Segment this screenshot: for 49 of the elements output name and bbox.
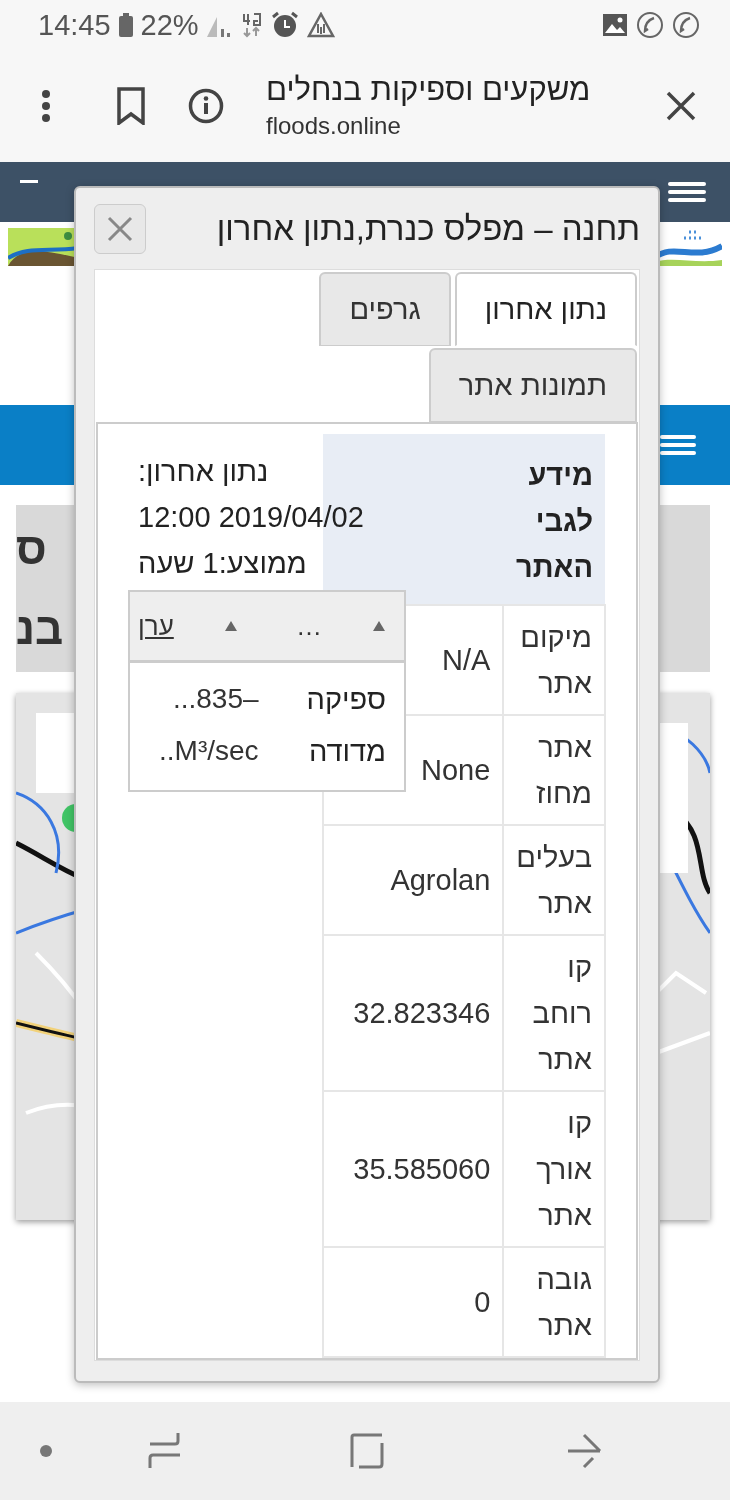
tab[interactable]: נתון אחרון (454, 272, 637, 346)
phone-icon (672, 11, 700, 39)
table-cell: 35.585060 (323, 1091, 504, 1247)
battery-icon (118, 13, 133, 37)
back-icon[interactable] (568, 1433, 602, 1469)
alarm-icon (270, 11, 299, 39)
phone-icon (636, 11, 664, 39)
bookmark-icon[interactable] (116, 87, 146, 125)
close-button[interactable] (94, 203, 146, 254)
status-time: 14:45 (38, 8, 111, 42)
table-cell: קו רוחב אתר (503, 935, 605, 1091)
grid-cell-text: ...835– (172, 682, 259, 716)
sync-icon (306, 12, 335, 38)
home-icon[interactable] (350, 1433, 384, 1469)
page-url: floods.online (266, 112, 401, 140)
sort-icon[interactable] (223, 620, 238, 632)
minus-icon[interactable] (20, 180, 38, 184)
table-cell: 32.823346 (323, 935, 504, 1091)
info-text: ממוצע:1 שעה (138, 546, 307, 581)
dot-icon[interactable] (40, 1445, 52, 1457)
table-cell: בעלים אתר (503, 825, 605, 935)
battery-percent: 22% (140, 8, 199, 42)
info-text: נתון אחרון: (138, 454, 269, 489)
recents-icon[interactable] (148, 1432, 182, 1470)
close-icon (107, 215, 133, 242)
table-cell: אתר מחוז (503, 715, 605, 825)
table-cell: גובה אתר (503, 1247, 605, 1357)
table-cell: קו אורך אתר (503, 1091, 605, 1247)
table-cell: מיקום אתר (503, 605, 605, 715)
tab[interactable]: גרפים (319, 272, 451, 346)
info-text: 12:00 2019/04/02 (138, 500, 364, 535)
image-icon (602, 13, 628, 37)
grid-cell-text: ..M³/sec (159, 734, 259, 768)
table-cell: 0 (323, 1247, 504, 1357)
page-title: משקעים וספיקות בנחלים (266, 72, 591, 108)
column-header[interactable]: … (296, 610, 322, 642)
tab[interactable]: תמונות אתר (428, 348, 637, 422)
menu-icon[interactable] (660, 433, 696, 457)
network-icon (240, 12, 263, 38)
heading-text: ס (16, 522, 47, 575)
heading-text: בנ (16, 602, 64, 655)
column-header[interactable]: ערן (138, 610, 174, 642)
more-icon[interactable] (40, 89, 52, 123)
info-icon[interactable] (188, 88, 224, 124)
menu-icon[interactable] (668, 180, 706, 204)
close-icon[interactable] (666, 91, 696, 121)
table-cell: Agrolan (323, 825, 504, 935)
dialog-title: תחנה – מפלס כנרת,נתון אחרון (215, 209, 640, 248)
sort-icon[interactable] (372, 620, 386, 632)
